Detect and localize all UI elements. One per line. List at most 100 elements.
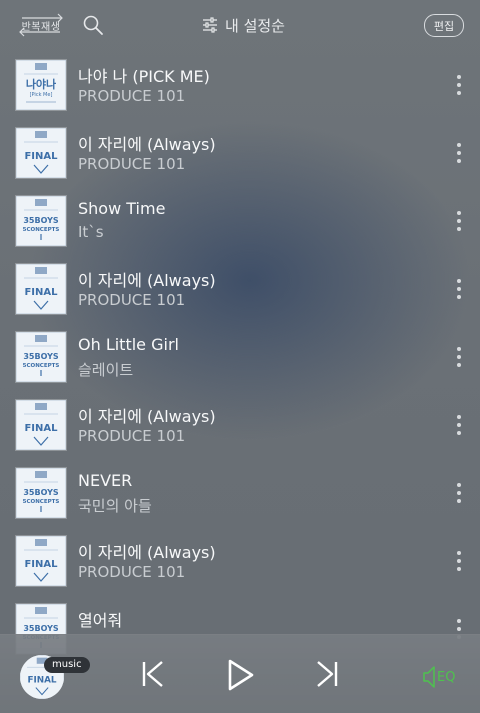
song-artist: PRODUCE 101 <box>78 427 186 445</box>
svg-text:5CONCEPTS: 5CONCEPTS <box>23 499 60 505</box>
album-art: 35BOYS 5CONCEPTS <box>16 196 66 246</box>
more-dot-icon <box>457 567 461 571</box>
more-dot-icon <box>457 491 461 495</box>
more-dot-icon <box>457 227 461 231</box>
more-options-button[interactable] <box>448 342 470 372</box>
song-artist: PRODUCE 101 <box>78 87 186 105</box>
more-dot-icon <box>457 287 461 291</box>
more-dot-icon <box>457 423 461 427</box>
svg-text:5CONCEPTS: 5CONCEPTS <box>23 227 60 233</box>
svg-text:FINAL: FINAL <box>24 559 58 570</box>
more-dot-icon <box>457 499 461 503</box>
svg-text:나야나: 나야나 <box>26 77 56 91</box>
svg-text:35BOYS: 35BOYS <box>23 624 59 633</box>
previous-icon <box>142 661 163 687</box>
song-row[interactable]: FINAL 이 자리에 (Always) PRODUCE 101 <box>0 256 480 324</box>
next-icon <box>317 661 338 687</box>
album-art: FINAL <box>16 400 66 450</box>
song-title: 나야 나 (PICK ME) <box>78 67 210 86</box>
search-button[interactable] <box>82 14 104 36</box>
eq-button[interactable]: EQ <box>422 665 455 689</box>
song-row[interactable]: FINAL 이 자리에 (Always) PRODUCE 101 <box>0 120 480 188</box>
previous-button[interactable] <box>140 659 166 693</box>
more-dot-icon <box>457 143 461 147</box>
svg-text:35BOYS: 35BOYS <box>23 488 59 497</box>
edit-button[interactable]: 편집 <box>424 14 464 37</box>
more-options-button[interactable] <box>448 410 470 440</box>
player-bar: FINAL music EQ <box>0 634 480 713</box>
song-artist: PRODUCE 101 <box>78 291 186 309</box>
song-title: NEVER <box>78 471 133 490</box>
more-options-button[interactable] <box>448 138 470 168</box>
song-title: 이 자리에 (Always) <box>78 135 216 154</box>
repeat-button[interactable]: 반복재생 <box>16 12 66 38</box>
more-options-button[interactable] <box>448 206 470 236</box>
album-art: 나야나 [Pick Me] <box>16 60 66 110</box>
more-dot-icon <box>457 159 461 163</box>
song-row[interactable]: FINAL 이 자리에 (Always) PRODUCE 101 <box>0 392 480 460</box>
more-dot-icon <box>457 219 461 223</box>
song-title: 이 자리에 (Always) <box>78 543 216 562</box>
more-dot-icon <box>457 551 461 555</box>
svg-text:FINAL: FINAL <box>27 675 56 685</box>
more-dot-icon <box>457 91 461 95</box>
search-icon <box>83 15 103 35</box>
more-dot-icon <box>457 75 461 79</box>
more-dot-icon <box>457 431 461 435</box>
album-art: 35BOYS 5CONCEPTS <box>16 332 66 382</box>
sort-label: 내 설정순 <box>225 16 285 35</box>
more-dot-icon <box>457 415 461 419</box>
more-dot-icon <box>457 619 461 623</box>
svg-text:[Pick Me]: [Pick Me] <box>30 92 53 98</box>
more-dot-icon <box>457 347 461 351</box>
song-artist: PRODUCE 101 <box>78 155 186 173</box>
more-options-button[interactable] <box>448 274 470 304</box>
song-row[interactable]: 35BOYS 5CONCEPTS Oh Little Girl 슬레이트 <box>0 324 480 392</box>
svg-text:5CONCEPTS: 5CONCEPTS <box>23 363 60 369</box>
song-artist: PRODUCE 101 <box>78 563 186 581</box>
album-art: FINAL <box>16 264 66 314</box>
more-dot-icon <box>457 559 461 563</box>
play-button[interactable] <box>226 657 256 697</box>
more-dot-icon <box>457 355 461 359</box>
top-bar: 반복재생 내 설정순 편집 <box>0 0 480 50</box>
album-art: FINAL <box>16 128 66 178</box>
more-options-button[interactable] <box>448 70 470 100</box>
song-row[interactable]: 35BOYS 5CONCEPTS Show Time It`s <box>0 188 480 256</box>
song-title: Show Time <box>78 199 166 218</box>
more-dot-icon <box>457 627 461 631</box>
song-title: 이 자리에 (Always) <box>78 271 216 290</box>
svg-text:FINAL: FINAL <box>24 287 58 298</box>
song-title: Oh Little Girl <box>78 335 179 354</box>
speaker-icon <box>423 666 435 688</box>
song-artist: 국민의 아들 <box>78 497 152 515</box>
music-badge: music <box>44 657 90 673</box>
svg-text:35BOYS: 35BOYS <box>23 352 59 361</box>
song-row[interactable]: FINAL 이 자리에 (Always) PRODUCE 101 <box>0 528 480 596</box>
next-button[interactable] <box>314 659 340 693</box>
song-artist: It`s <box>78 223 104 241</box>
more-dot-icon <box>457 363 461 367</box>
song-row[interactable]: 나야나 [Pick Me] 나야 나 (PICK ME) PRODUCE 101 <box>0 52 480 120</box>
more-options-button[interactable] <box>448 478 470 508</box>
more-dot-icon <box>457 211 461 215</box>
song-title: 열어줘 <box>78 611 123 630</box>
repeat-label: 반복재생 <box>21 21 61 33</box>
song-title: 이 자리에 (Always) <box>78 407 216 426</box>
album-art: FINAL <box>16 536 66 586</box>
more-dot-icon <box>457 279 461 283</box>
svg-text:35BOYS: 35BOYS <box>23 216 59 225</box>
play-icon <box>228 659 254 691</box>
song-artist: 슬레이트 <box>78 361 134 379</box>
song-row[interactable]: 35BOYS 5CONCEPTS NEVER 국민의 아들 <box>0 460 480 528</box>
sliders-icon <box>203 17 217 33</box>
album-art: 35BOYS 5CONCEPTS <box>16 468 66 518</box>
more-dot-icon <box>457 483 461 487</box>
more-dot-icon <box>457 295 461 299</box>
svg-text:FINAL: FINAL <box>24 151 58 162</box>
more-dot-icon <box>457 83 461 87</box>
svg-text:FINAL: FINAL <box>24 423 58 434</box>
sort-button[interactable]: 내 설정순 <box>202 14 285 36</box>
more-options-button[interactable] <box>448 546 470 576</box>
eq-label: EQ <box>437 669 456 685</box>
